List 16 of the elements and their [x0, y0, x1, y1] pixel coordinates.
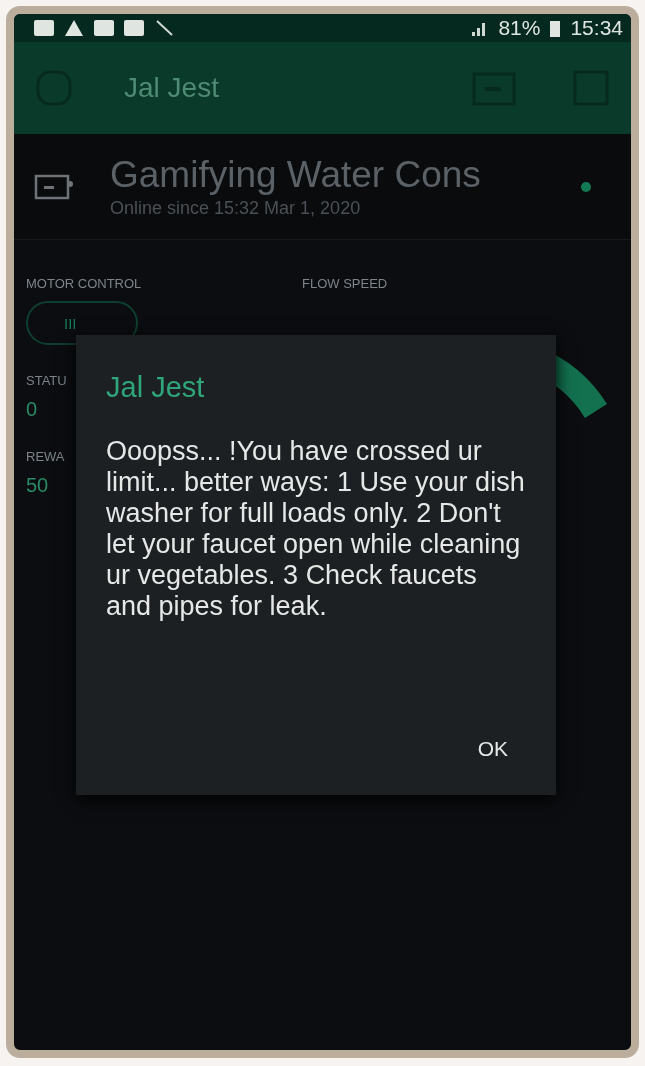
clock: 15:34	[570, 16, 623, 40]
ok-button[interactable]: OK	[455, 729, 530, 769]
battery-percent: 81%	[498, 16, 541, 40]
dialog-message: Ooopss... !You have crossed ur limit... better ways: 1 Use your dish washer for full loads only. 2 Don't let your faucet open while cleaning ur vegetables. 3 Check faucets and pipes for leak.	[106, 436, 526, 622]
widget-label: MOTOR CONTROL	[26, 276, 142, 291]
widget-value: 0	[26, 398, 38, 421]
device-name: Gamifying Water Cons	[110, 154, 482, 196]
widget-label: REWA	[26, 449, 65, 464]
battery-icon	[550, 19, 561, 37]
widget-label: STATU	[26, 373, 67, 388]
device-status: Online since 15:32 Mar 1, 2020	[110, 198, 362, 219]
warning-icon	[64, 19, 84, 37]
dialog-title: Jal Jest	[106, 371, 206, 404]
app-title: Jal Jest	[124, 72, 220, 104]
widget-label: FLOW SPEED	[302, 276, 388, 291]
widget-value: 50	[26, 474, 49, 497]
